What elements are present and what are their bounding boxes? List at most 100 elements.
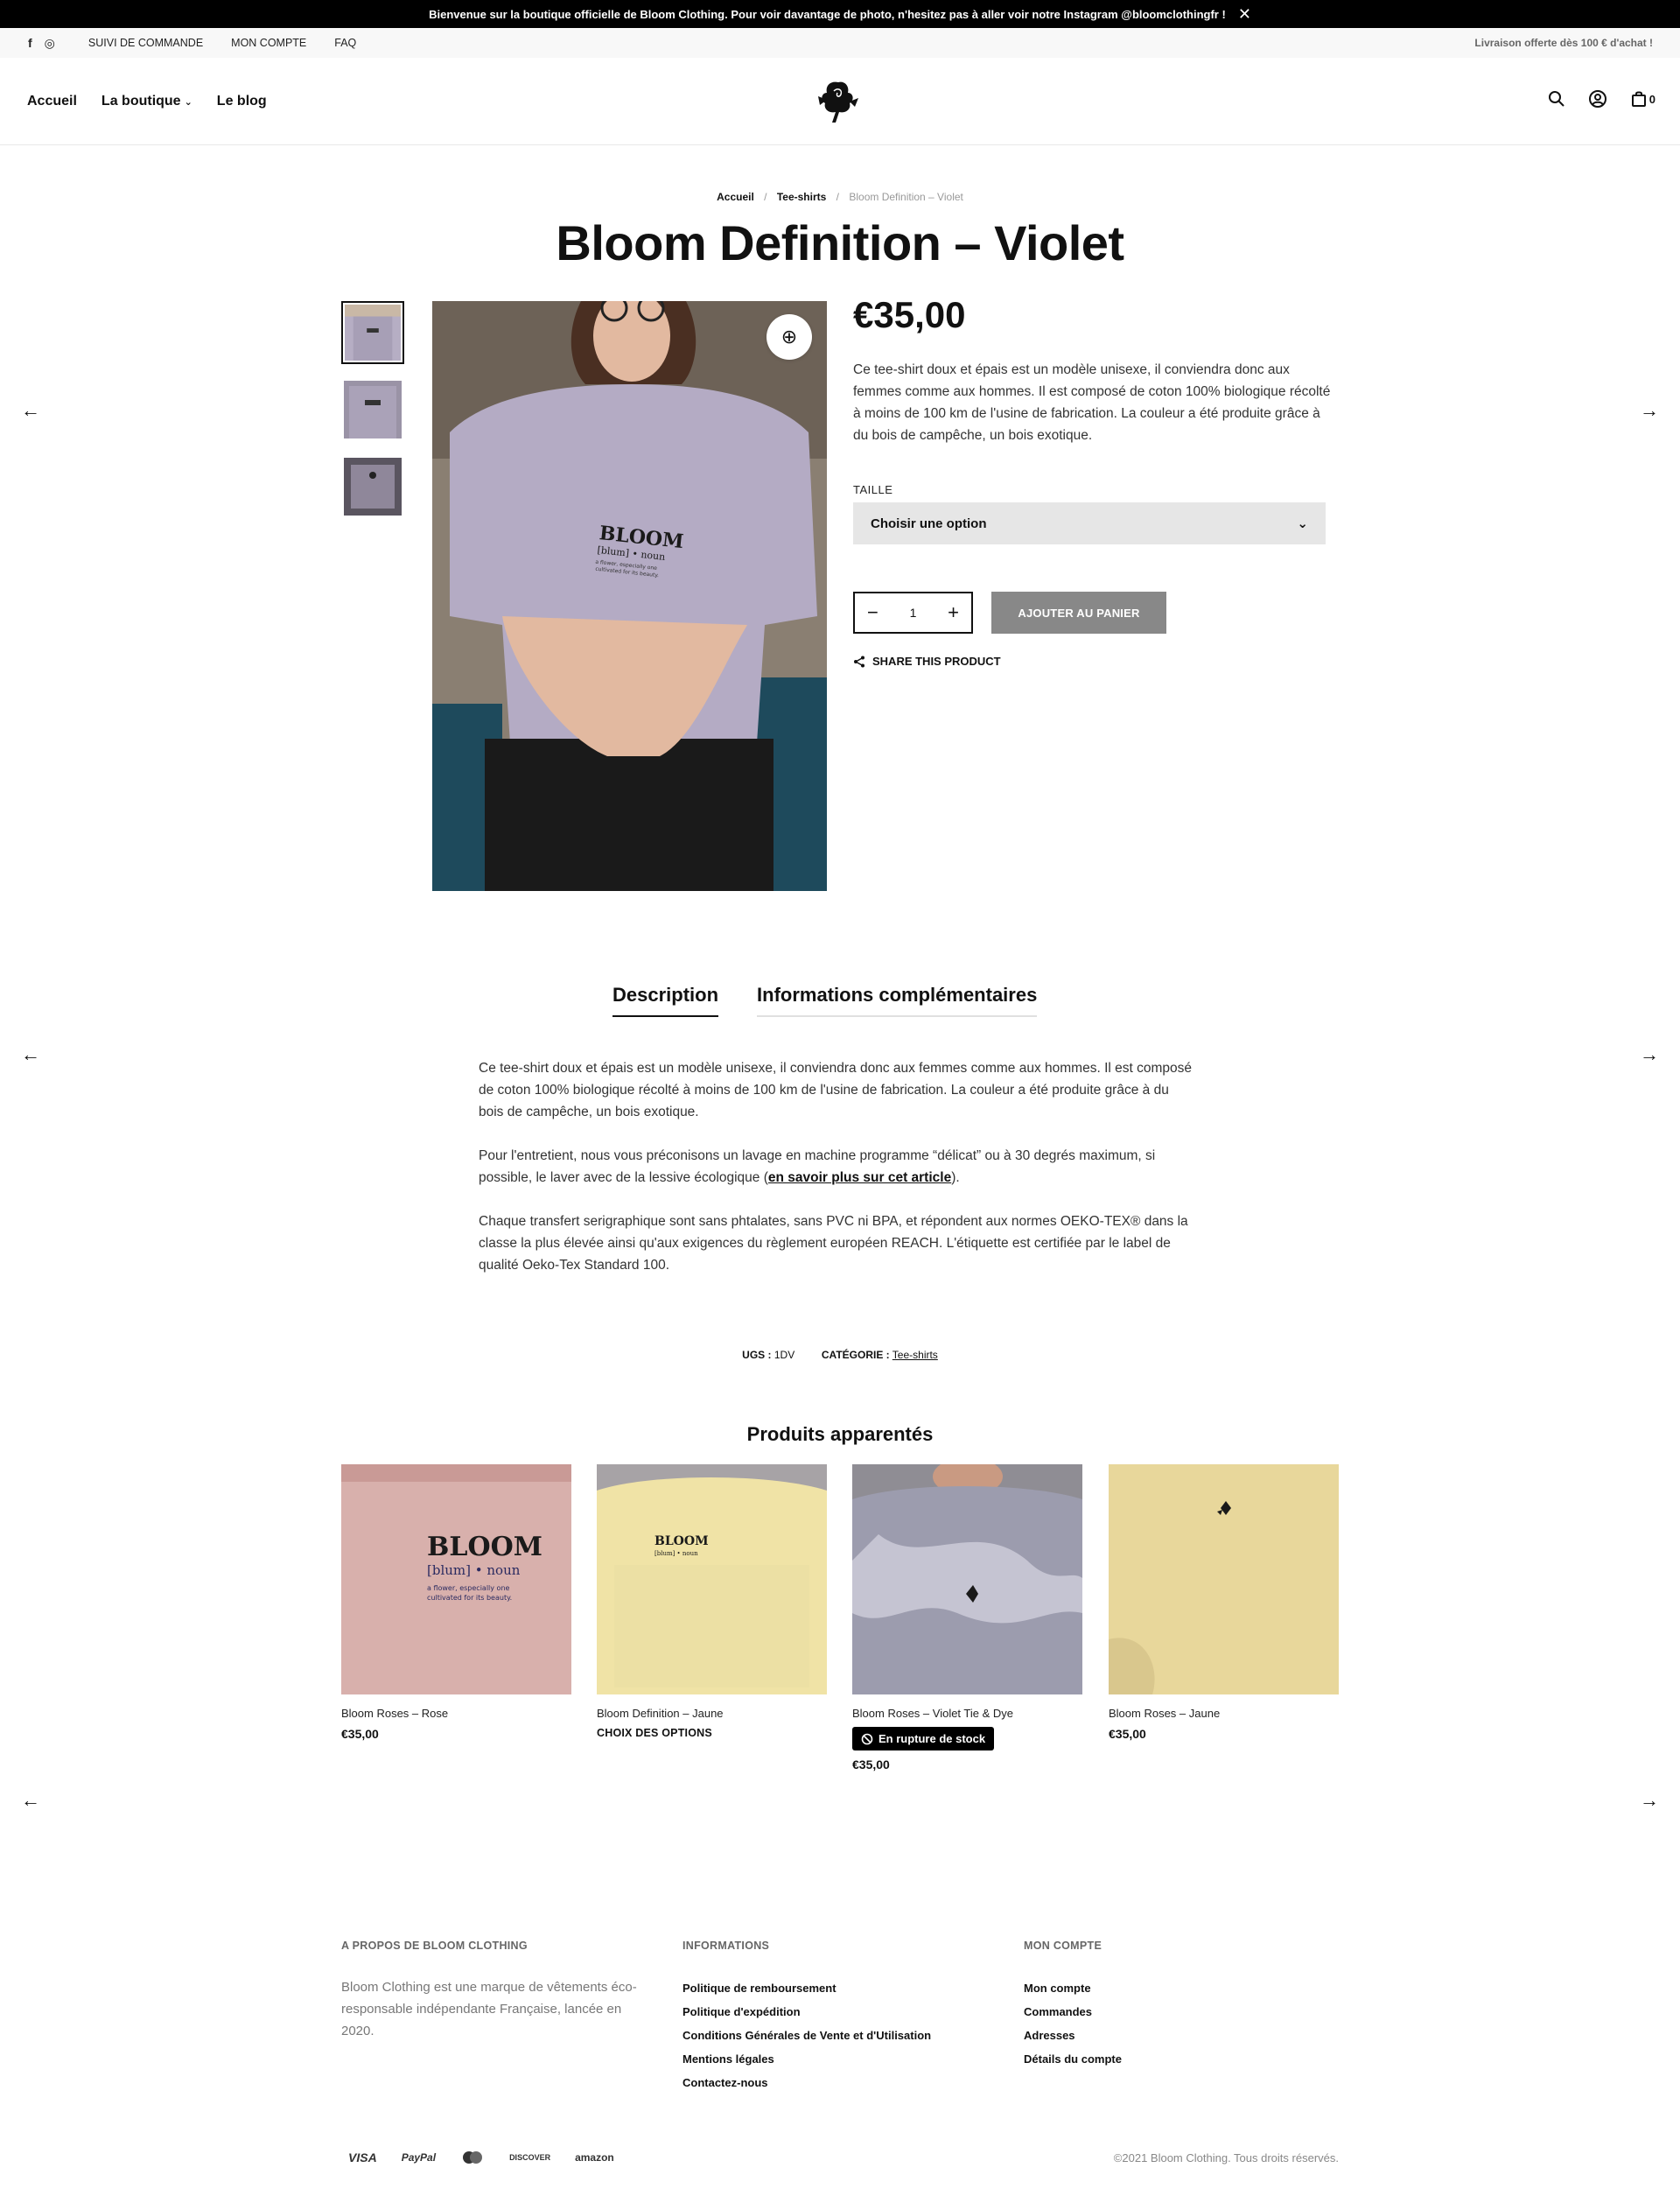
tab-description[interactable]: Description xyxy=(612,984,719,1017)
product-card-image[interactable] xyxy=(852,1464,1082,1694)
product-card[interactable]: BLOOM [blum] • noun Bloom Definition – J… xyxy=(597,1464,827,1739)
footer-link-contact[interactable]: Contactez-nous xyxy=(682,2071,931,2094)
footer-heading: INFORMATIONS xyxy=(682,1940,770,1952)
card-print-line4: cultivated for its beauty. xyxy=(427,1594,512,1602)
footer-link-shipping[interactable]: Politique d'expédition xyxy=(682,2000,931,2024)
product-card-name[interactable]: Bloom Roses – Jaune xyxy=(1109,1707,1339,1720)
search-icon[interactable] xyxy=(1548,90,1565,108)
footer-link-orders[interactable]: Commandes xyxy=(1024,2000,1122,2024)
breadcrumb-category[interactable]: Tee-shirts xyxy=(777,191,826,203)
size-label: TAILLE xyxy=(853,483,893,496)
header-icons: 0 xyxy=(1548,89,1656,109)
product-main-image[interactable]: BLOOM [blum] • noun a flower, especially… xyxy=(432,301,827,891)
nav-shop-label: La boutique xyxy=(101,93,181,109)
product-card-name[interactable]: Bloom Roses – Rose xyxy=(341,1707,571,1720)
product-card-price: €35,00 xyxy=(1109,1727,1146,1741)
sku-label: UGS : xyxy=(742,1349,772,1361)
product-card-price: €35,00 xyxy=(341,1727,379,1741)
arrow-left-icon[interactable]: ← xyxy=(18,1787,44,1814)
product-card[interactable]: Bloom Roses – Violet Tie & Dye En ruptur… xyxy=(852,1464,1082,1772)
footer-account: MON COMPTE Mon compte Commandes Adresses… xyxy=(1024,1940,1122,2071)
product-photo: BLOOM [blum] • noun a flower, especially… xyxy=(341,1464,571,1694)
product-card[interactable]: BLOOM [blum] • noun a flower, especially… xyxy=(341,1464,571,1741)
product-card-image[interactable] xyxy=(1109,1464,1339,1694)
size-select[interactable]: Choisir une option ⌄ xyxy=(853,502,1326,544)
footer-about-text: Bloom Clothing est une marque de vêtemen… xyxy=(341,1980,637,2038)
tab-additional-info[interactable]: Informations complémentaires xyxy=(757,984,1038,1017)
close-icon[interactable]: ✕ xyxy=(1238,6,1251,22)
arrow-right-icon[interactable]: → xyxy=(1636,397,1662,424)
product-thumbnail[interactable] xyxy=(341,301,404,364)
zoom-icon[interactable]: ⊕ xyxy=(766,314,812,360)
facebook-icon[interactable]: f xyxy=(28,36,32,50)
quantity-stepper[interactable]: − 1 + xyxy=(853,592,973,634)
nav-home[interactable]: Accueil xyxy=(27,94,77,109)
footer-link-refund[interactable]: Politique de remboursement xyxy=(682,1976,931,2000)
rose-logo[interactable] xyxy=(811,77,865,126)
product-card-image[interactable]: BLOOM [blum] • noun a flower, especially… xyxy=(341,1464,571,1694)
description-paragraph: Ce tee-shirt doux et épais est un modèle… xyxy=(479,1061,1193,1119)
footer-link-my-account[interactable]: Mon compte xyxy=(1024,1976,1122,2000)
product-card-name[interactable]: Bloom Roses – Violet Tie & Dye xyxy=(852,1707,1082,1720)
social-links: f ◎ xyxy=(28,36,55,51)
select-options-button[interactable]: CHOIX DES OPTIONS xyxy=(597,1727,827,1739)
nav-blog[interactable]: Le blog xyxy=(217,94,267,109)
share-icon xyxy=(854,656,864,667)
description-paragraph: Chaque transfert serigraphique sont sans… xyxy=(479,1214,1188,1273)
related-products-title: Produits apparentés xyxy=(746,1423,934,1445)
main-nav: Accueil La boutique ⌄ Le blog xyxy=(27,94,267,109)
product-price: €35,00 xyxy=(853,294,966,335)
footer-link-addresses[interactable]: Adresses xyxy=(1024,2024,1122,2047)
footer-heading: MON COMPTE xyxy=(1024,1940,1102,1952)
minus-icon[interactable]: − xyxy=(867,603,878,622)
description-text: ). xyxy=(951,1170,960,1185)
learn-more-link[interactable]: en savoir plus sur cet article xyxy=(768,1170,951,1185)
breadcrumb-separator: / xyxy=(764,191,767,203)
bag-icon xyxy=(1631,91,1646,107)
plus-icon[interactable]: + xyxy=(948,603,959,622)
product-thumbnail[interactable] xyxy=(341,378,404,441)
product-meta: UGS : 1DV CATÉGORIE : Tee-shirts xyxy=(0,1349,1680,1361)
mastercard-logo xyxy=(463,2151,483,2164)
category-link[interactable]: Tee-shirts xyxy=(892,1349,938,1361)
chevron-down-icon: ⌄ xyxy=(1297,516,1308,531)
product-card-name[interactable]: Bloom Definition – Jaune xyxy=(597,1707,827,1720)
instagram-icon[interactable]: ◎ xyxy=(45,36,55,51)
sku-value: 1DV xyxy=(774,1349,795,1361)
announcement-bar: Bienvenue sur la boutique officielle de … xyxy=(0,0,1680,28)
footer-link-account-details[interactable]: Détails du compte xyxy=(1024,2047,1122,2071)
breadcrumb-separator: / xyxy=(836,191,839,203)
share-label: SHARE THIS PRODUCT xyxy=(872,655,1001,668)
order-tracking-link[interactable]: SUIVI DE COMMANDE xyxy=(88,37,203,49)
faq-link[interactable]: FAQ xyxy=(334,37,356,49)
footer-link-terms[interactable]: Conditions Générales de Vente et d'Utili… xyxy=(682,2024,931,2047)
footer-link-legal[interactable]: Mentions légales xyxy=(682,2047,931,2071)
free-shipping-promo: Livraison offerte dès 100 € d'achat ! xyxy=(1474,37,1653,49)
account-icon[interactable] xyxy=(1588,89,1607,109)
arrow-right-icon[interactable]: → xyxy=(1636,1787,1662,1814)
my-account-link[interactable]: MON COMPTE xyxy=(231,37,306,49)
thumbnail-image xyxy=(344,381,402,438)
arrow-right-icon[interactable]: → xyxy=(1636,1042,1662,1068)
share-button[interactable]: SHARE THIS PRODUCT xyxy=(853,655,1001,668)
breadcrumb-home[interactable]: Accueil xyxy=(717,191,754,203)
product-thumbnail[interactable] xyxy=(341,455,404,518)
breadcrumb: Accueil / Tee-shirts / Bloom Definition … xyxy=(0,191,1680,203)
nav-shop[interactable]: La boutique ⌄ xyxy=(102,94,192,109)
product-card[interactable]: Bloom Roses – Jaune €35,00 xyxy=(1109,1464,1339,1741)
product-card-image[interactable]: BLOOM [blum] • noun xyxy=(597,1464,827,1694)
arrow-left-icon[interactable]: ← xyxy=(18,397,44,424)
cart-count: 0 xyxy=(1648,92,1656,106)
add-to-cart-button[interactable]: AJOUTER AU PANIER xyxy=(991,592,1166,634)
unavailable-icon xyxy=(861,1733,873,1744)
visa-icon: VISA xyxy=(348,2150,377,2164)
footer-about: A PROPOS DE BLOOM CLOTHING Bloom Clothin… xyxy=(341,1940,656,2042)
cart-button[interactable]: 0 xyxy=(1630,90,1656,108)
product-photo xyxy=(852,1464,1082,1694)
product-thumbnails xyxy=(341,301,408,532)
breadcrumb-current: Bloom Definition – Violet xyxy=(849,191,963,203)
quantity-value[interactable]: 1 xyxy=(910,606,917,620)
top-links: SUIVI DE COMMANDE MON COMPTE FAQ xyxy=(88,37,356,49)
size-select-value: Choisir une option xyxy=(871,516,987,531)
arrow-left-icon[interactable]: ← xyxy=(18,1042,44,1068)
